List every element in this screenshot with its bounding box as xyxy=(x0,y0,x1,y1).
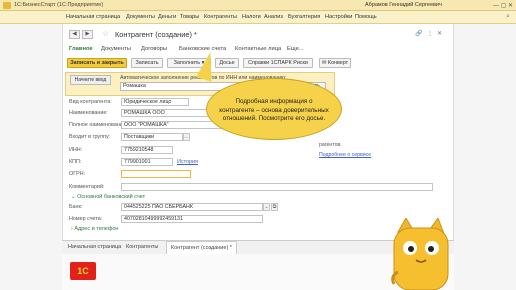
menu-documents[interactable]: Документы xyxy=(126,14,155,20)
more-icon[interactable]: ⋮ xyxy=(427,30,433,37)
dossier-button[interactable]: Досье xyxy=(215,58,239,68)
fullname-label: Полное наименование: xyxy=(69,122,128,128)
account-field[interactable]: 40702810499992459131 xyxy=(121,215,263,223)
form-title: Контрагент (создание) * xyxy=(115,30,197,39)
contractors-info-text: рагентов. xyxy=(319,142,342,148)
comment-label: Комментарий: xyxy=(69,184,105,190)
window-tab-home[interactable]: Начальная страница xyxy=(68,244,121,250)
save-close-button[interactable]: Записать и закрыть xyxy=(67,58,127,68)
tab-documents[interactable]: Документы xyxy=(101,46,131,52)
kind-select[interactable]: Юридическое лицо xyxy=(121,98,189,106)
save-button[interactable]: Записать xyxy=(131,58,163,68)
window-tab-contractors[interactable]: Контрагенты xyxy=(126,244,158,250)
forward-button[interactable]: ▶ xyxy=(82,30,93,39)
tab-main[interactable]: Главное xyxy=(69,46,93,52)
kpp-row: КПП: 779901001 История xyxy=(69,158,449,167)
bank-field[interactable]: 044525225 ПАО СБЕРБАНК xyxy=(121,203,263,211)
service-info-link[interactable]: Подробнее о сервисе xyxy=(319,152,371,158)
bank-open-icon[interactable]: ⧉ xyxy=(271,203,278,211)
ogrn-field[interactable] xyxy=(121,170,191,178)
menu-goods[interactable]: Товары xyxy=(180,14,199,20)
bank-row: Банк: 044525225 ПАО СБЕРБАНК ⌄ ⧉ xyxy=(69,203,449,212)
envelope-button[interactable]: ✉ Конверт xyxy=(319,58,351,68)
menu-accounting[interactable]: Бухгалтерия xyxy=(288,14,320,20)
bank-dropdown-icon[interactable]: ⌄ xyxy=(263,203,270,211)
inn-row: ИНН: 7759210548 xyxy=(69,146,449,155)
tab-contracts[interactable]: Договоры xyxy=(141,46,167,52)
comment-row: Комментарий: xyxy=(69,183,449,192)
menu-settings[interactable]: Настройки xyxy=(325,14,352,20)
account-label: Номер счета: xyxy=(69,216,103,222)
search-icon[interactable]: ⌕ xyxy=(506,13,510,21)
history-link[interactable]: История xyxy=(177,159,198,165)
tab-bank-accounts[interactable]: Банковские счета xyxy=(179,46,226,52)
menu-home[interactable]: Начальная страница xyxy=(66,14,120,20)
bank-section-label: Основной банковский счет xyxy=(77,194,146,200)
menu-help[interactable]: Помощь xyxy=(355,14,377,20)
app-title: 1С:БизнесСтарт (1С:Предприятие) xyxy=(14,2,104,8)
brand-logo: 1С xyxy=(70,262,96,280)
bank-label: Банк: xyxy=(69,204,83,210)
inn-field[interactable]: 7759210548 xyxy=(121,146,173,154)
start-typing-label: Начните ввод xyxy=(70,75,111,85)
window-tab-contractor-new[interactable]: Контрагент (создание) * xyxy=(166,241,237,255)
group-field[interactable]: Поставщики xyxy=(121,133,183,141)
form-toolbar: Записать и закрыть Записать Заполнить ▾ … xyxy=(63,58,455,69)
ogrn-label: ОГРН: xyxy=(69,171,86,177)
menu-taxes[interactable]: Налоги xyxy=(242,14,261,20)
menu-contractors[interactable]: Контрагенты xyxy=(204,14,237,20)
back-button[interactable]: ◀ xyxy=(69,30,80,39)
close-form-icon[interactable]: ✕ xyxy=(437,30,442,37)
address-section-toggle[interactable]: › Адрес и телефон xyxy=(71,226,118,232)
current-user[interactable]: Абрамов Геннадий Сергеевич xyxy=(365,2,442,8)
tab-more[interactable]: Еще... xyxy=(287,46,304,52)
bank-section-toggle[interactable]: ⌄ Основной банковский счет xyxy=(71,194,145,200)
section-menu: Начальная страница Документы Деньги Това… xyxy=(0,11,516,24)
menu-money[interactable]: Деньги xyxy=(158,14,176,20)
window-controls[interactable]: — ▢ ✕ xyxy=(493,2,513,9)
kpp-label: КПП: xyxy=(69,159,82,165)
kpp-field[interactable]: 779901001 xyxy=(121,158,173,166)
address-section-label: Адрес и телефон xyxy=(74,226,119,232)
cat-mascot-icon xyxy=(391,218,449,290)
envelope-label: Конверт xyxy=(327,60,349,66)
kind-label: Вид контрагента: xyxy=(69,99,112,105)
app-logo-icon xyxy=(3,2,11,9)
menu-analysis[interactable]: Анализ xyxy=(264,14,283,20)
ogrn-row: ОГРН: xyxy=(69,170,449,179)
group-dropdown-icon[interactable]: … xyxy=(183,133,190,141)
name-label: Наименование: xyxy=(69,110,108,116)
group-label: Входит в группу: xyxy=(69,134,111,140)
callout-text: Подробная информация о контрагенте – осн… xyxy=(219,98,329,123)
left-panel xyxy=(0,24,62,240)
spark-button[interactable]: Справки 1СПАРК Риски xyxy=(243,58,313,68)
title-bar: 1С:БизнесСтарт (1С:Предприятие) Абрамов … xyxy=(0,0,516,11)
envelope-icon: ✉ xyxy=(321,60,327,66)
inn-label: ИНН: xyxy=(69,147,83,153)
form-header: ◀ ▶ ☆ Контрагент (создание) * 🔗 ⋮ ✕ xyxy=(63,24,455,44)
link-icon[interactable]: 🔗 xyxy=(415,30,422,37)
fill-label: Заполнить xyxy=(173,60,201,66)
comment-field[interactable] xyxy=(121,183,433,191)
tab-contact-persons[interactable]: Контактные лица xyxy=(235,46,281,52)
favorite-star-icon[interactable]: ☆ xyxy=(102,29,109,38)
